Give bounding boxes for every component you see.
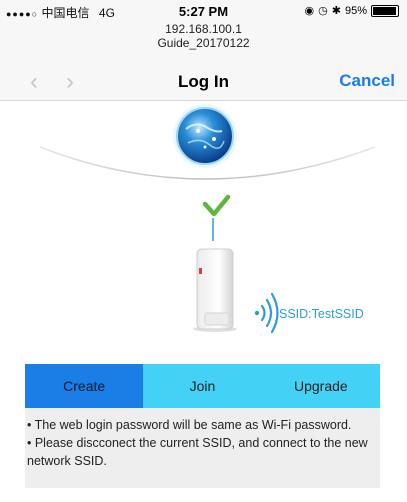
url-display: 192.168.100.1 Guide_20170122 [0, 22, 407, 64]
connected-check-icon [202, 194, 231, 217]
url-page: Guide_20170122 [157, 36, 250, 50]
ssid-label: SSID:TestSSID [279, 307, 364, 321]
cancel-button[interactable]: Cancel [339, 71, 395, 91]
tab-upgrade[interactable]: Upgrade [261, 364, 380, 408]
connection-diagram: SSID:TestSSID [39, 104, 376, 334]
internet-globe-icon [173, 104, 237, 168]
info-line-password: • The web login password will be same as… [27, 418, 352, 432]
lock-rotation-icon: ◉ [304, 5, 315, 17]
tab-create[interactable]: Create [25, 364, 144, 408]
wifi-signal-icon [254, 292, 279, 334]
url-host: 192.168.100.1 [165, 22, 242, 36]
info-panel: • The web login password will be same as… [25, 408, 380, 488]
status-bar: ●●●●○ 中国电信 4G 5:27 PM ◉ ◷ ✱ 95% [0, 0, 407, 22]
bluetooth-icon: ✱ [331, 5, 341, 17]
mode-tabs: Create Join Upgrade [25, 364, 380, 408]
router-device-icon [193, 248, 237, 332]
info-line-ssid: • Please discconect the current SSID, an… [27, 436, 368, 468]
battery-icon [371, 4, 399, 17]
status-icons: ◉ ◷ ✱ 95% [305, 4, 399, 17]
tab-join[interactable]: Join [143, 364, 262, 408]
alarm-icon: ◷ [318, 5, 328, 17]
navigation-bar: ‹ › Log In Cancel [0, 64, 407, 101]
battery-percent: 95% [344, 4, 367, 17]
